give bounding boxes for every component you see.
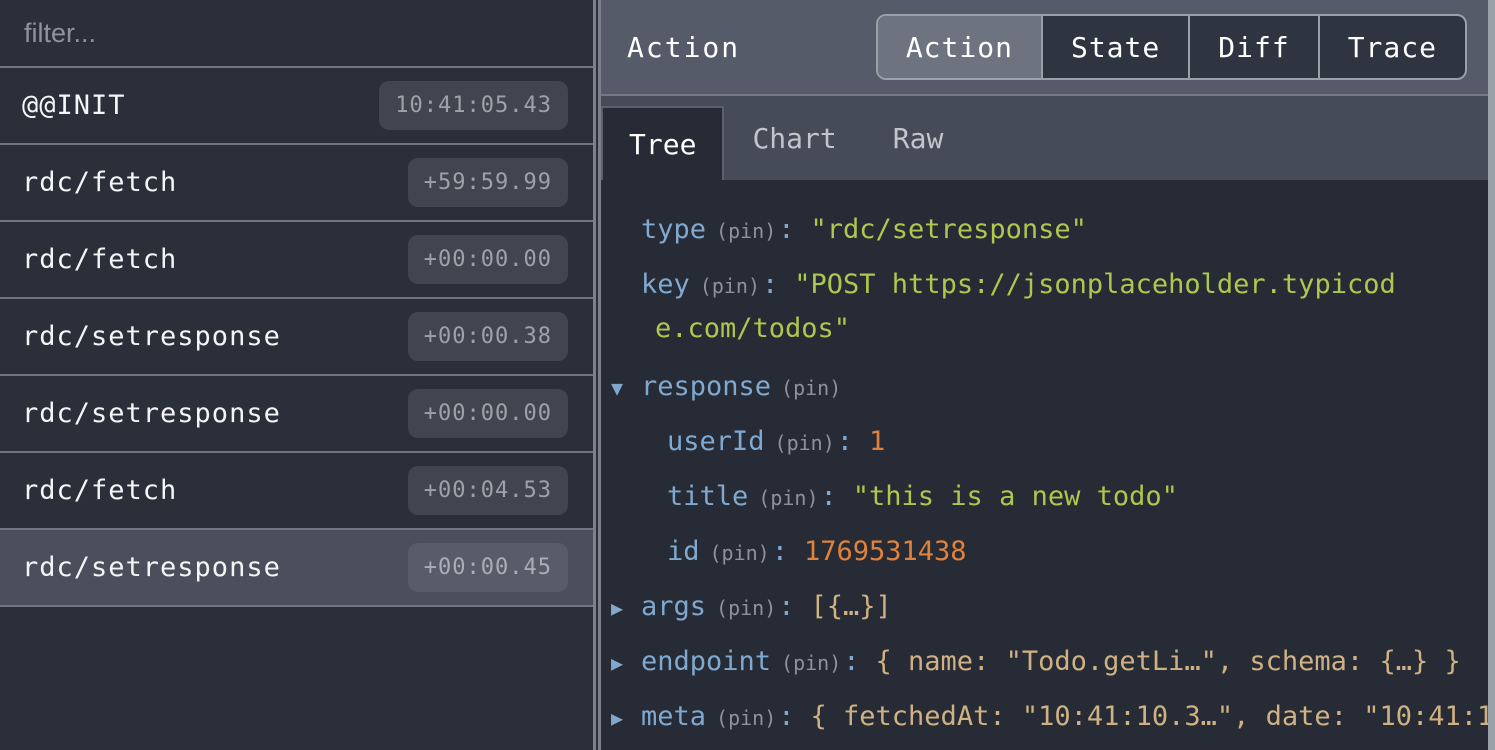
action-timestamp-badge: 10:41:05.43	[379, 81, 568, 130]
action-row[interactable]: rdc/fetch +00:00.00	[0, 222, 593, 299]
action-timestamp-badge: +00:00.45	[408, 543, 568, 592]
tree-row-type: type (pin): "rdc/setresponse"	[601, 202, 1495, 257]
view-tab-bar: Tree Chart Raw	[601, 96, 1495, 180]
expand-arrow-icon[interactable]: ▶	[611, 581, 641, 634]
tree-value-string: "rdc/setresponse"	[811, 214, 1087, 245]
tree-value-string: "this is a new todo"	[853, 481, 1178, 512]
action-name: @@INIT	[22, 90, 126, 121]
tree-key[interactable]: key	[641, 269, 690, 300]
pin-link[interactable]: (pin)	[758, 486, 818, 510]
action-row[interactable]: rdc/fetch +00:04.53	[0, 453, 593, 530]
action-timestamp-badge: +00:04.53	[408, 466, 568, 515]
pin-link[interactable]: (pin)	[716, 706, 776, 730]
tree-row-id: id (pin):1769531438	[601, 524, 1495, 579]
tree-key[interactable]: response	[641, 371, 771, 402]
tree-key[interactable]: endpoint	[641, 646, 771, 677]
tree-key[interactable]: id	[667, 536, 700, 567]
action-timestamp-badge: +00:00.00	[408, 389, 568, 438]
tree-value-number: 1769531438	[804, 536, 967, 567]
action-row[interactable]: rdc/setresponse +00:00.38	[0, 299, 593, 376]
tree-value-string: "POST https://jsonplaceholder.typicod	[794, 269, 1395, 300]
action-row[interactable]: rdc/setresponse +00:00.00	[0, 376, 593, 453]
tree-key[interactable]: type	[641, 214, 706, 245]
colon: :	[778, 701, 794, 732]
tree-row-userid: userId (pin):1	[601, 414, 1495, 469]
action-name: rdc/setresponse	[22, 552, 281, 583]
tree-row-endpoint: ▶endpoint (pin): { name: "Todo.getLi…", sc…	[601, 634, 1495, 689]
tab-action[interactable]: Action	[878, 16, 1041, 78]
tree-row-args: ▶args (pin): [{…}]	[601, 579, 1495, 634]
tree-row-meta: ▶meta (pin): { fetchedAt: "10:41:10.3…", d…	[601, 689, 1495, 744]
tab-trace[interactable]: Trace	[1318, 16, 1465, 78]
vertical-scrollbar[interactable]	[1488, 0, 1495, 750]
tree-key[interactable]: userId	[667, 426, 765, 457]
expand-arrow-icon[interactable]: ▶	[611, 636, 641, 689]
view-tab-raw[interactable]: Raw	[865, 96, 972, 180]
colon: :	[821, 481, 837, 512]
tab-state[interactable]: State	[1041, 16, 1188, 78]
pin-link[interactable]: (pin)	[781, 651, 841, 675]
colon: :	[772, 536, 788, 567]
colon: :	[778, 591, 794, 622]
inspector-panel: Action Action State Diff Trace Tree Char…	[601, 0, 1495, 750]
action-timestamp-badge: +59:59.99	[408, 158, 568, 207]
inspector-tab-group: Action State Diff Trace	[876, 14, 1467, 80]
colon: :	[778, 214, 794, 245]
action-name: rdc/setresponse	[22, 321, 281, 352]
pin-link[interactable]: (pin)	[710, 541, 770, 565]
tree-value-preview: { fetchedAt: "10:41:10.3…", date: "10:41…	[811, 701, 1495, 732]
tree-row-key-wrapped: e.com/todos"	[601, 312, 1495, 359]
tree-value-preview: { name: "Todo.getLi…", schema: {…} }	[876, 646, 1461, 677]
tree-value-string-continued: e.com/todos"	[655, 313, 850, 344]
pin-link[interactable]: (pin)	[716, 219, 776, 243]
pin-link[interactable]: (pin)	[781, 376, 841, 400]
action-timestamp-badge: +00:00.00	[408, 235, 568, 284]
action-name: rdc/fetch	[22, 244, 177, 275]
action-list-panel: @@INIT 10:41:05.43 rdc/fetch +59:59.99 r…	[0, 0, 596, 750]
action-row[interactable]: rdc/fetch +59:59.99	[0, 145, 593, 222]
expand-arrow-icon[interactable]: ▶	[611, 691, 641, 744]
view-tab-chart[interactable]: Chart	[724, 96, 864, 180]
action-row-selected[interactable]: rdc/setresponse +00:00.45	[0, 530, 593, 607]
pin-link[interactable]: (pin)	[716, 596, 776, 620]
pin-link[interactable]: (pin)	[775, 431, 835, 455]
view-tab-tree[interactable]: Tree	[601, 106, 724, 180]
tree-key[interactable]: args	[641, 591, 706, 622]
tree-row-title: title (pin): "this is a new todo"	[601, 469, 1495, 524]
action-tree-view: type(pin):"rdc/setresponse" key(pin):"PO…	[601, 180, 1495, 750]
action-name: rdc/fetch	[22, 475, 177, 506]
action-name: rdc/setresponse	[22, 398, 281, 429]
filter-input[interactable]	[22, 17, 571, 50]
colon: :	[843, 646, 859, 677]
action-name: rdc/fetch	[22, 167, 177, 198]
collapse-arrow-icon[interactable]: ▼	[611, 361, 641, 414]
pin-link[interactable]: (pin)	[700, 274, 760, 298]
tree-value-number: 1	[869, 426, 885, 457]
colon: :	[837, 426, 853, 457]
inspector-header: Action Action State Diff Trace	[601, 0, 1495, 96]
inspector-title: Action	[627, 31, 740, 64]
action-timestamp-badge: +00:00.38	[408, 312, 568, 361]
filter-row	[0, 0, 593, 68]
redux-devtools-app: @@INIT 10:41:05.43 rdc/fetch +59:59.99 r…	[0, 0, 1495, 750]
tree-key[interactable]: title	[667, 481, 748, 512]
tree-row-key: key (pin): "POST https://jsonplaceholder.t…	[601, 257, 1495, 312]
tree-value-preview: [{…}]	[811, 591, 892, 622]
tab-diff[interactable]: Diff	[1188, 16, 1317, 78]
tree-row-response: ▼response (pin)	[601, 359, 1495, 414]
colon: :	[762, 269, 778, 300]
action-row-init[interactable]: @@INIT 10:41:05.43	[0, 68, 593, 145]
tree-key[interactable]: meta	[641, 701, 706, 732]
